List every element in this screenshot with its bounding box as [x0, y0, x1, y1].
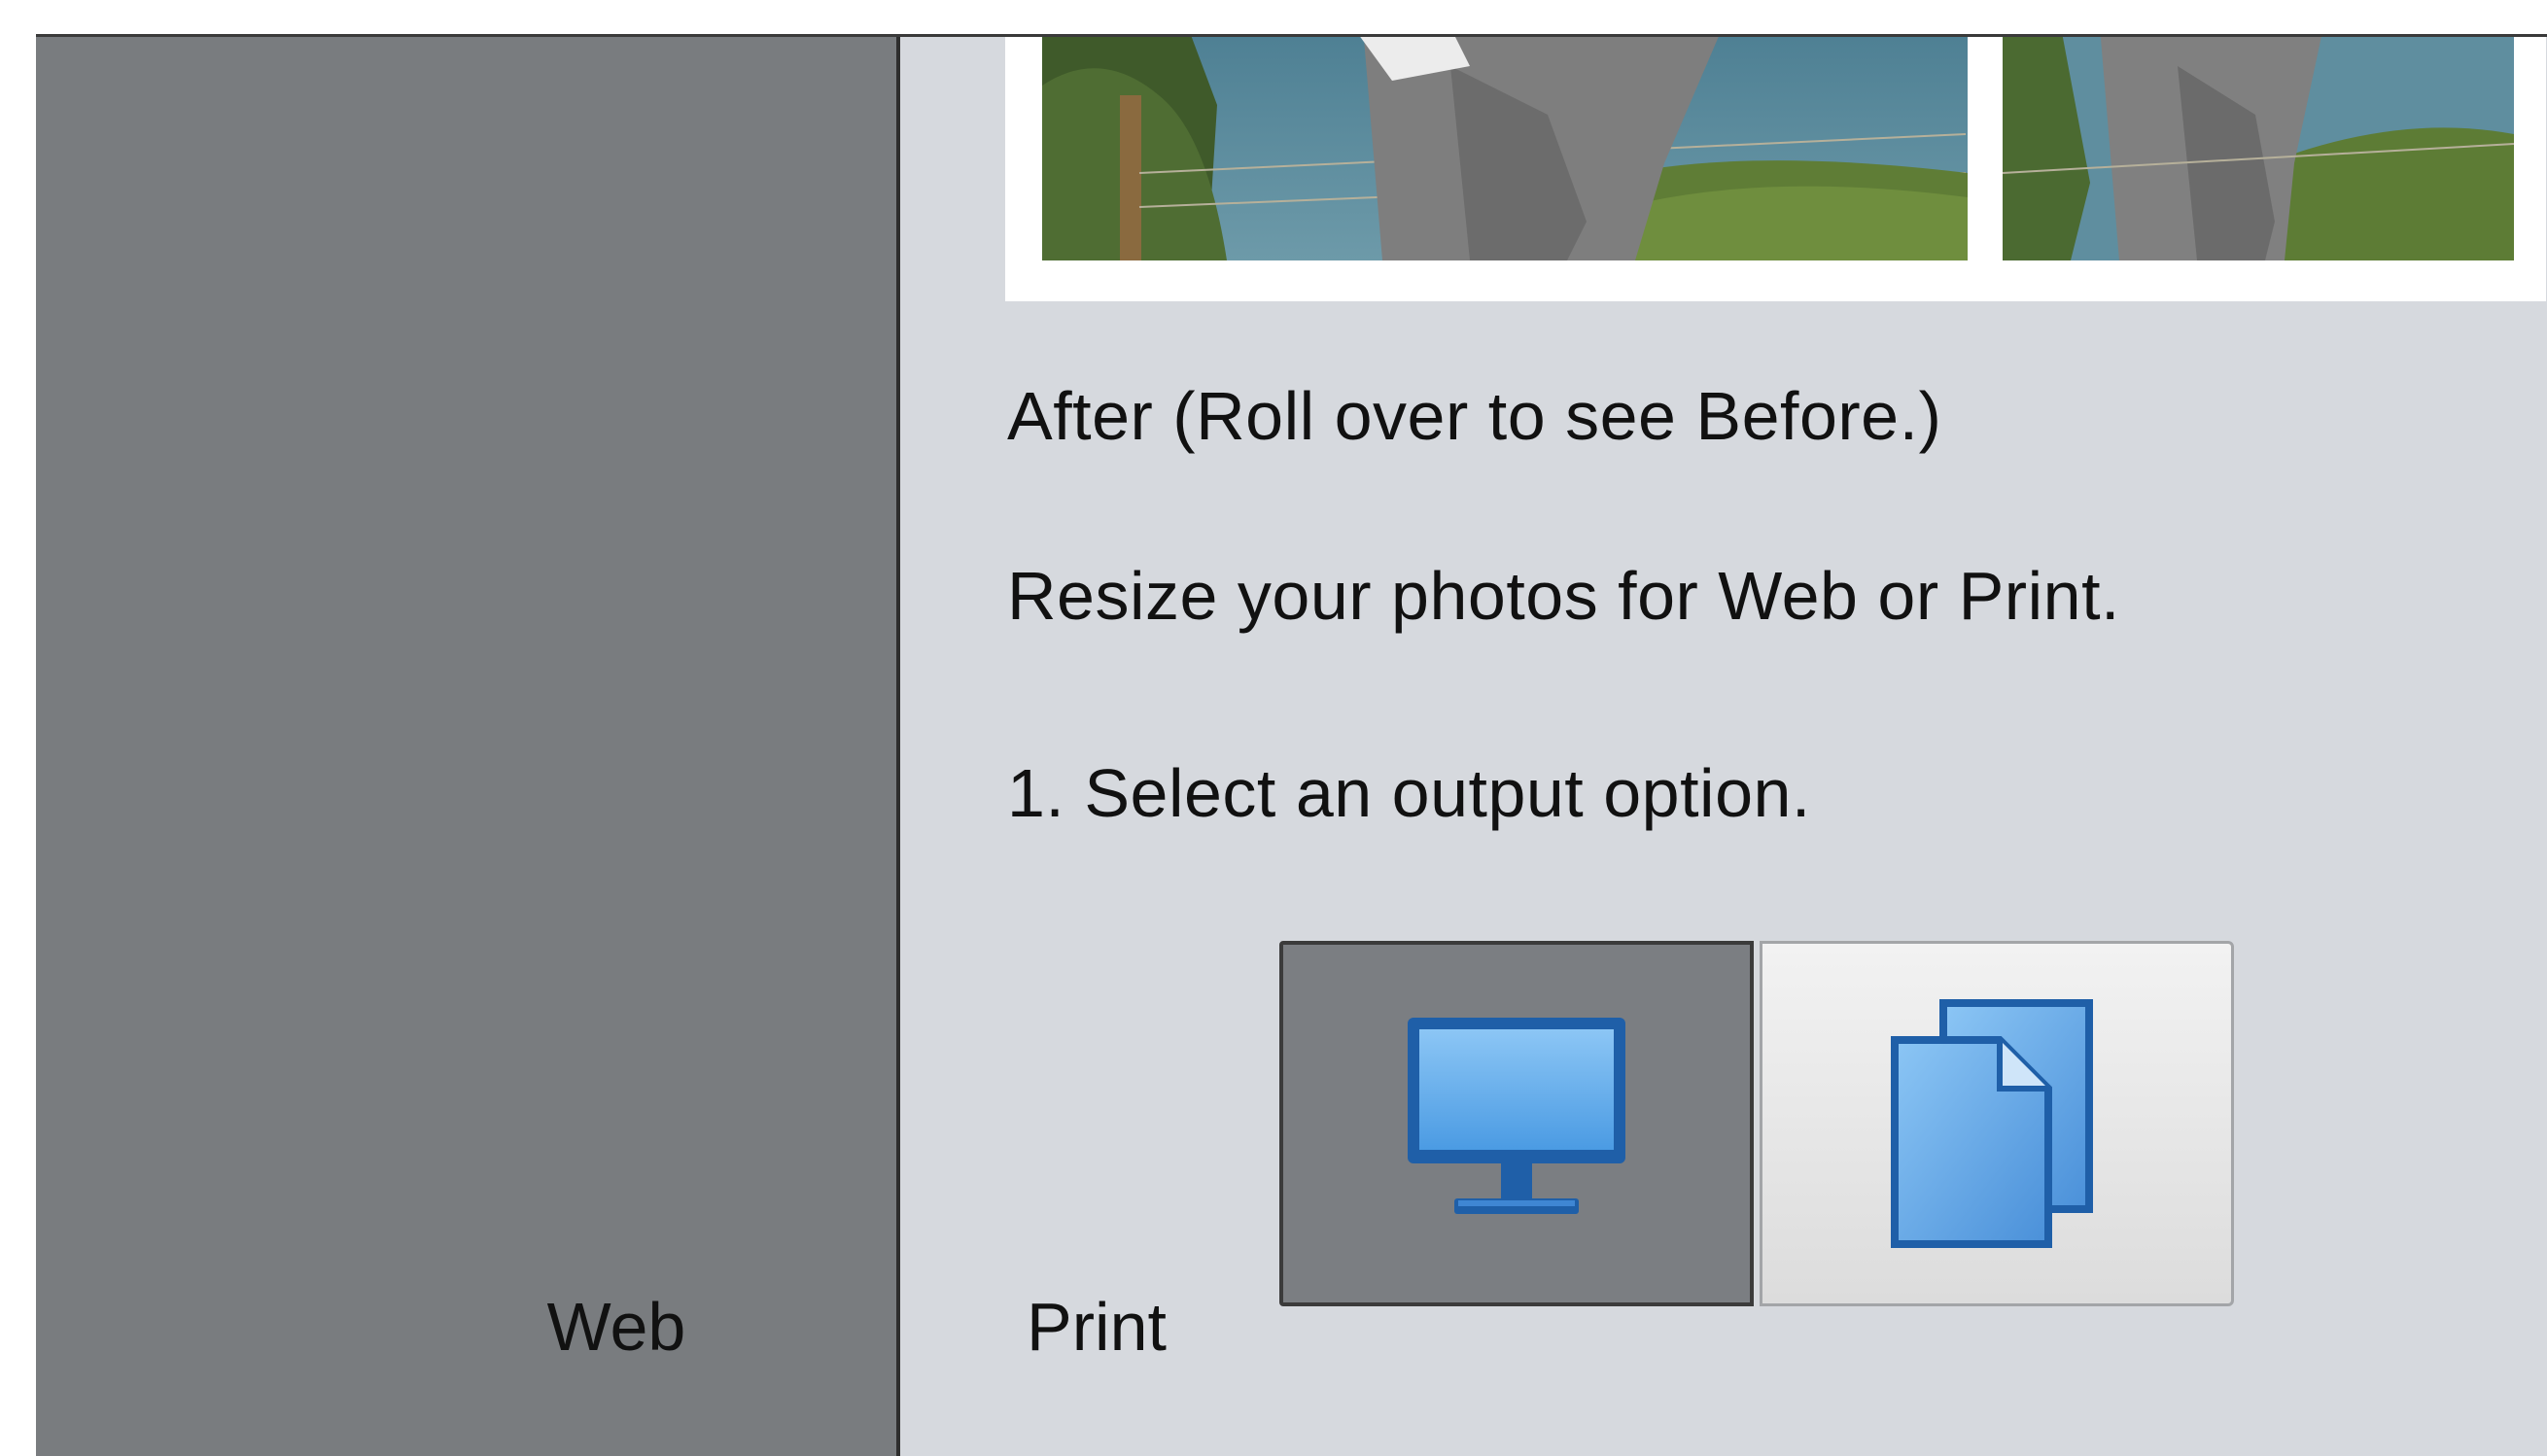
guided-edit-window: After (Roll over to see Before.) Resize …: [36, 34, 2547, 1456]
documents-icon: [1891, 999, 2093, 1248]
preview-caption: After (Roll over to see Before.): [1007, 378, 1942, 454]
step-1-label: 1. Select an output option.: [1007, 755, 1811, 831]
photo-canvas-area: [36, 37, 896, 1456]
after-photo[interactable]: [1042, 37, 1968, 260]
monitor-icon: [1408, 1018, 1625, 1214]
before-after-preview[interactable]: [1005, 37, 2546, 301]
web-option-button[interactable]: [1279, 941, 1754, 1306]
print-option-button[interactable]: [1760, 941, 2234, 1306]
before-photo[interactable]: [2003, 37, 2514, 260]
instructions-intro: Resize your photos for Web or Print.: [1007, 558, 2120, 634]
output-option-group: [1279, 941, 2234, 1306]
web-option-label: Web: [546, 1289, 686, 1365]
guided-edit-panel: After (Roll over to see Before.) Resize …: [900, 37, 2547, 1456]
print-option-label: Print: [1027, 1289, 1167, 1365]
